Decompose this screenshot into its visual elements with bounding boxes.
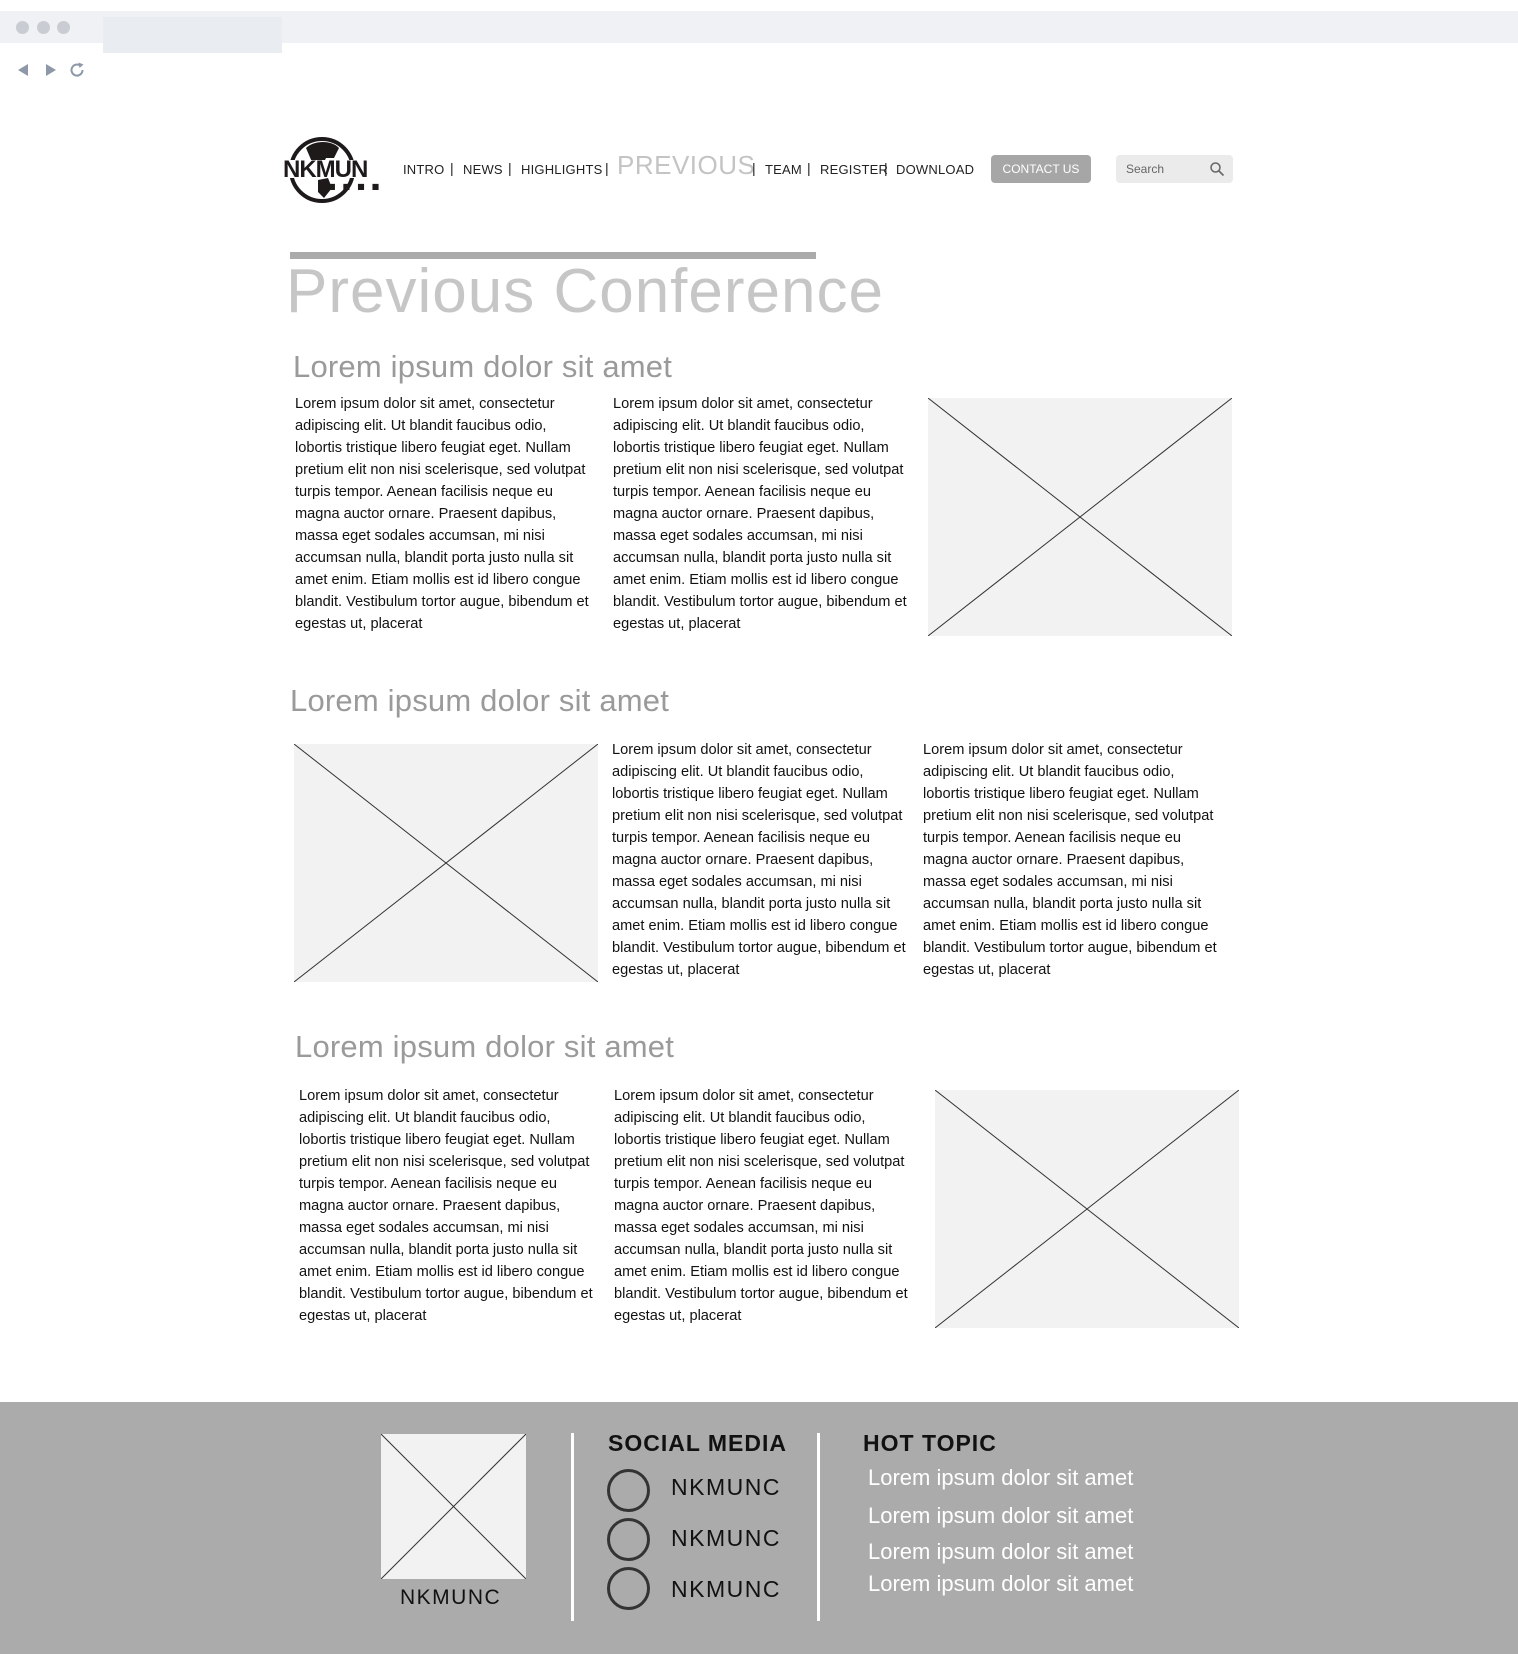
back-icon[interactable] xyxy=(14,60,34,80)
nav-team[interactable]: TEAM xyxy=(765,162,802,177)
hot-topic-link[interactable]: Lorem ipsum dolor sit amet xyxy=(868,1539,1133,1565)
section-heading: Lorem ipsum dolor sit amet xyxy=(290,683,670,718)
nkmun-logo[interactable]: NKMUN ■■■■ xyxy=(282,136,394,204)
footer-logo-placeholder xyxy=(381,1434,526,1579)
nav-separator: | xyxy=(450,160,454,176)
social-media-heading: SOCIAL MEDIA xyxy=(608,1430,787,1456)
hot-topic-link[interactable]: Lorem ipsum dolor sit amet xyxy=(868,1571,1133,1597)
search-input[interactable] xyxy=(1126,159,1206,179)
browser-tab[interactable] xyxy=(103,17,282,53)
image-placeholder xyxy=(294,744,598,982)
section-text: Lorem ipsum dolor sit amet, consectetur … xyxy=(299,1088,593,1324)
nav-separator: | xyxy=(884,160,888,176)
social-icon[interactable] xyxy=(607,1469,650,1512)
section-text: Lorem ipsum dolor sit amet, consectetur … xyxy=(295,396,589,632)
search-box xyxy=(1116,155,1233,183)
section-heading: Lorem ipsum dolor sit amet xyxy=(293,349,673,384)
footer-divider xyxy=(817,1433,820,1621)
image-placeholder xyxy=(935,1090,1239,1328)
nav-separator: | xyxy=(508,160,512,176)
nav-separator: | xyxy=(752,160,756,176)
social-icon[interactable] xyxy=(607,1567,650,1610)
nav-highlights[interactable]: HIGHLIGHTS xyxy=(521,162,602,177)
search-icon[interactable] xyxy=(1209,161,1225,177)
reload-icon[interactable] xyxy=(67,60,87,80)
contact-us-button[interactable]: CONTACT US xyxy=(991,155,1091,183)
forward-icon[interactable] xyxy=(40,60,60,80)
hot-topic-link[interactable]: Lorem ipsum dolor sit amet xyxy=(868,1465,1133,1491)
nav-download[interactable]: DOWNLOAD xyxy=(896,162,974,177)
window-close-dot[interactable] xyxy=(16,21,29,34)
nav-news[interactable]: NEWS xyxy=(463,162,503,177)
nav-previous-active[interactable]: PREVIOUS xyxy=(617,150,755,181)
window-minimize-dot[interactable] xyxy=(37,21,50,34)
page-title: Previous Conference xyxy=(286,257,884,326)
social-link[interactable]: NKMUNC xyxy=(671,1474,781,1501)
nav-separator: | xyxy=(605,160,609,176)
window-maximize-dot[interactable] xyxy=(57,21,70,34)
footer-brand: NKMUNC xyxy=(400,1586,502,1609)
social-link[interactable]: NKMUNC xyxy=(671,1525,781,1552)
image-placeholder xyxy=(928,398,1232,636)
section-text: Lorem ipsum dolor sit amet, consectetur … xyxy=(613,396,907,632)
nav-separator: | xyxy=(807,160,811,176)
social-link[interactable]: NKMUNC xyxy=(671,1576,781,1603)
social-icon[interactable] xyxy=(607,1518,650,1561)
section-text: Lorem ipsum dolor sit amet, consectetur … xyxy=(923,742,1217,978)
section-text: Lorem ipsum dolor sit amet, consectetur … xyxy=(614,1088,908,1324)
hot-topic-link[interactable]: Lorem ipsum dolor sit amet xyxy=(868,1503,1133,1529)
section-heading: Lorem ipsum dolor sit amet xyxy=(295,1029,675,1064)
nav-intro[interactable]: INTRO xyxy=(403,162,444,177)
svg-text:NKMUN: NKMUN xyxy=(283,156,367,183)
nav-register[interactable]: REGISTER xyxy=(820,162,888,177)
svg-text:■■■■: ■■■■ xyxy=(328,182,386,191)
hot-topic-heading: HOT TOPIC xyxy=(863,1430,997,1456)
footer-divider xyxy=(571,1433,574,1621)
section-text: Lorem ipsum dolor sit amet, consectetur … xyxy=(612,742,906,978)
